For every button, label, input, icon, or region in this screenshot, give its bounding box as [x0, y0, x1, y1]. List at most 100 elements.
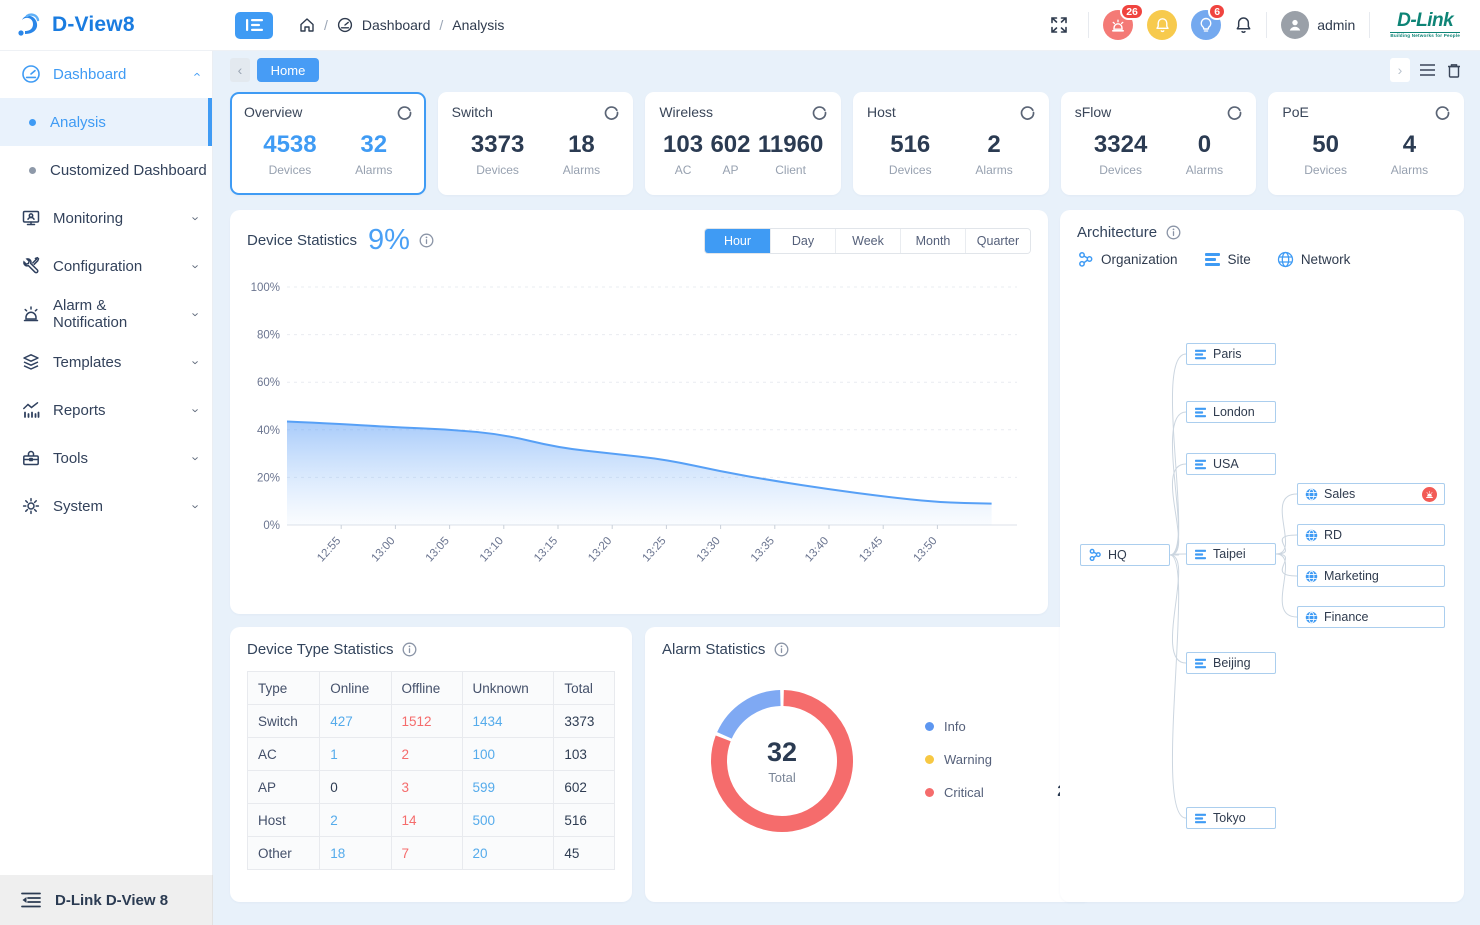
card-overview[interactable]: Overview 4538Devices 32Alarms	[230, 92, 426, 195]
stat-value: 602	[710, 131, 750, 159]
tree-node-marketing[interactable]: Marketing	[1297, 565, 1445, 587]
siren-icon	[1425, 490, 1434, 499]
fullscreen-icon[interactable]	[1050, 16, 1068, 34]
legend-info[interactable]: Info 6	[925, 717, 1075, 735]
sidebar-item-reports[interactable]: Reports ›	[0, 386, 212, 434]
card-poe[interactable]: PoE 50Devices 4Alarms	[1268, 92, 1464, 195]
chevron-up-icon: ›	[188, 72, 203, 76]
sidebar-item-configuration[interactable]: Configuration ›	[0, 242, 212, 290]
tab-home[interactable]: Home	[257, 58, 319, 82]
trash-icon	[1447, 63, 1461, 78]
dashboard-icon	[337, 17, 353, 33]
cell-unknown[interactable]: 100	[462, 738, 554, 771]
cell-offline[interactable]: 3	[391, 771, 462, 804]
table-row: AC 1 2 100 103	[248, 738, 615, 771]
stat-value: 18	[563, 131, 600, 159]
cell-unknown[interactable]: 500	[462, 804, 554, 837]
node-label: Tokyo	[1213, 811, 1246, 825]
tab-month[interactable]: Month	[900, 229, 965, 253]
refresh-icon[interactable]	[604, 105, 619, 120]
sidebar-item-templates[interactable]: Templates ›	[0, 338, 212, 386]
tree-node-taipei[interactable]: Taipei	[1186, 543, 1276, 565]
cell-unknown[interactable]: 1434	[462, 705, 554, 738]
sidebar-item-monitoring[interactable]: Monitoring ›	[0, 194, 212, 242]
cell-offline[interactable]: 2	[391, 738, 462, 771]
sidebar-item-label: Monitoring	[53, 210, 123, 227]
tab-scroll-right-button[interactable]: ›	[1390, 58, 1410, 82]
sidebar-item-dashboard[interactable]: Dashboard ›	[0, 50, 212, 98]
cell-total: 602	[554, 771, 615, 804]
info-icon[interactable]	[402, 642, 417, 657]
stat-label: Devices	[1094, 163, 1147, 177]
alarm-siren-button[interactable]: 26	[1103, 10, 1133, 40]
sidebar-item-tools[interactable]: Tools ›	[0, 434, 212, 482]
cell-unknown[interactable]: 20	[462, 837, 554, 870]
svg-text:13:40: 13:40	[803, 535, 831, 564]
tab-quarter[interactable]: Quarter	[965, 229, 1030, 253]
breadcrumb-dashboard[interactable]: Dashboard	[362, 17, 431, 33]
footer-product-name: D-Link D-View 8	[55, 892, 168, 909]
legend-critical[interactable]: Critical 26	[925, 783, 1075, 801]
refresh-icon[interactable]	[397, 105, 412, 120]
tree-node-rd[interactable]: RD	[1297, 524, 1445, 546]
tree-node-hq[interactable]: HQ	[1080, 544, 1170, 566]
cell-online[interactable]: 427	[320, 705, 391, 738]
tab-delete-button[interactable]	[1444, 58, 1464, 82]
legend-warning[interactable]: Warning 0	[925, 750, 1075, 768]
warning-bell-button[interactable]	[1147, 10, 1177, 40]
tree-node-paris[interactable]: Paris	[1186, 343, 1276, 365]
sidebar-footer[interactable]: D-Link D-View 8	[0, 875, 213, 925]
info-icon[interactable]	[774, 642, 789, 657]
home-icon[interactable]	[299, 17, 315, 33]
card-wireless[interactable]: Wireless 103AC 602AP 11960Client	[645, 92, 841, 195]
refresh-icon[interactable]	[1435, 105, 1450, 120]
svg-text:40%: 40%	[257, 425, 280, 437]
notification-bell-icon[interactable]	[1235, 16, 1252, 34]
tree-node-beijing[interactable]: Beijing	[1186, 652, 1276, 674]
stat-value: 103	[663, 131, 703, 159]
tree-node-london[interactable]: London	[1186, 401, 1276, 423]
cell-online[interactable]: 1	[320, 738, 391, 771]
card-switch[interactable]: Switch 3373Devices 18Alarms	[438, 92, 634, 195]
sidebar-item-customized-dashboard[interactable]: Customized Dashboard	[0, 146, 212, 194]
refresh-icon[interactable]	[1227, 105, 1242, 120]
cell-offline[interactable]: 7	[391, 837, 462, 870]
cell-online[interactable]: 2	[320, 804, 391, 837]
sidebar-item-alarm-notification[interactable]: Alarm & Notification ›	[0, 290, 212, 338]
tab-menu-button[interactable]	[1417, 58, 1437, 82]
card-stat: 2Alarms	[975, 131, 1012, 177]
divider	[1369, 12, 1370, 38]
sidebar-item-system[interactable]: System ›	[0, 482, 212, 530]
refresh-icon[interactable]	[812, 105, 827, 120]
alarm-donut-chart: 32 Total	[707, 686, 857, 836]
user-menu[interactable]: admin	[1281, 11, 1355, 39]
cell-online[interactable]: 18	[320, 837, 391, 870]
tips-button[interactable]: 6	[1191, 10, 1221, 40]
tree-node-usa[interactable]: USA	[1186, 453, 1276, 475]
network-icon	[1305, 488, 1318, 501]
chevron-down-icon: ›	[188, 504, 203, 508]
tab-scroll-left-button[interactable]: ‹	[230, 58, 250, 82]
cell-unknown[interactable]: 599	[462, 771, 554, 804]
info-icon[interactable]	[419, 233, 434, 248]
card-sflow[interactable]: sFlow 3324Devices 0Alarms	[1061, 92, 1257, 195]
card-host[interactable]: Host 516Devices 2Alarms	[853, 92, 1049, 195]
cell-offline[interactable]: 1512	[391, 705, 462, 738]
sidebar-collapse-button[interactable]	[235, 12, 273, 39]
tree-node-sales[interactable]: Sales	[1297, 483, 1445, 505]
sidebar-item-label: Customized Dashboard	[50, 162, 207, 179]
divider	[1088, 12, 1089, 38]
cell-offline[interactable]: 14	[391, 804, 462, 837]
stat-value: 516	[889, 131, 932, 159]
info-icon[interactable]	[1166, 225, 1181, 240]
svg-text:12:55: 12:55	[315, 535, 343, 564]
refresh-icon[interactable]	[1020, 105, 1035, 120]
tree-node-finance[interactable]: Finance	[1297, 606, 1445, 628]
tab-day[interactable]: Day	[770, 229, 835, 253]
sidebar-item-analysis[interactable]: Analysis	[0, 98, 212, 146]
tab-hour[interactable]: Hour	[705, 229, 770, 253]
tree-node-tokyo[interactable]: Tokyo	[1186, 807, 1276, 829]
tab-week[interactable]: Week	[835, 229, 900, 253]
card-title: Host	[867, 104, 896, 120]
cell-type: Host	[248, 804, 320, 837]
